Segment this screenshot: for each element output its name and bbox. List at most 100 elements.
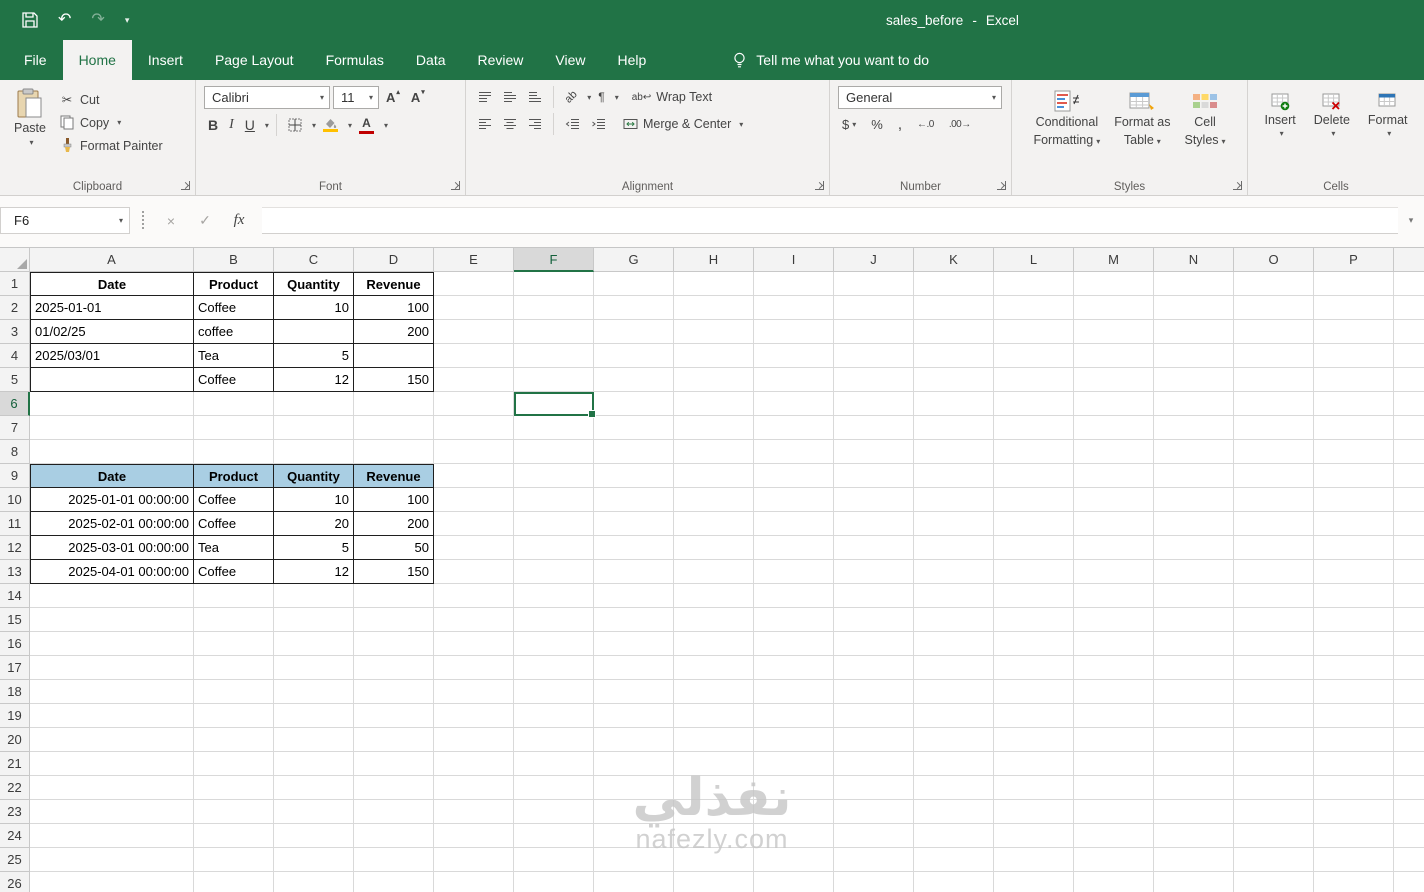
cell-P7[interactable] [1314,416,1394,440]
cell-P21[interactable] [1314,752,1394,776]
cell-E19[interactable] [434,704,514,728]
cell-H10[interactable] [674,488,754,512]
cell-P23[interactable] [1314,800,1394,824]
cell-F9[interactable] [514,464,594,488]
cell-K6[interactable] [914,392,994,416]
cell-I14[interactable] [754,584,834,608]
cell-F14[interactable] [514,584,594,608]
cell-D21[interactable] [354,752,434,776]
cell-I2[interactable] [754,296,834,320]
font-name-combo[interactable]: Calibri ▾ [204,86,330,109]
cell-K11[interactable] [914,512,994,536]
cell-H4[interactable] [674,344,754,368]
cell-K10[interactable] [914,488,994,512]
cell-N24[interactable] [1154,824,1234,848]
cell-L10[interactable] [994,488,1074,512]
cell-C5[interactable]: 12 [274,368,354,392]
cell-O10[interactable] [1234,488,1314,512]
cell-K20[interactable] [914,728,994,752]
cell-H17[interactable] [674,656,754,680]
cell-H26[interactable] [674,872,754,892]
cell-C9[interactable]: Quantity [274,464,354,488]
cell-N26[interactable] [1154,872,1234,892]
row-header-12[interactable]: 12 [0,536,30,560]
cell-F21[interactable] [514,752,594,776]
cell-J6[interactable] [834,392,914,416]
cell-D23[interactable] [354,800,434,824]
cell-B12[interactable]: Tea [194,536,274,560]
insert-function-icon[interactable]: fx [222,207,256,234]
cell-G2[interactable] [594,296,674,320]
format-as-table-button[interactable]: Format as Table ▾ [1107,84,1177,177]
copy-button[interactable]: Copy ▾ [56,113,166,132]
cell-overflow20[interactable] [1394,728,1424,752]
cell-D13[interactable]: 150 [354,560,434,584]
cell-E10[interactable] [434,488,514,512]
cell-B26[interactable] [194,872,274,892]
cell-F25[interactable] [514,848,594,872]
row-header-21[interactable]: 21 [0,752,30,776]
cell-E6[interactable] [434,392,514,416]
format-cells-dropdown-icon[interactable]: ▾ [1387,129,1391,138]
cell-overflow16[interactable] [1394,632,1424,656]
cell-N25[interactable] [1154,848,1234,872]
row-header-1[interactable]: 1 [0,272,30,296]
cell-K3[interactable] [914,320,994,344]
row-header-6[interactable]: 6 [0,392,30,416]
cell-M13[interactable] [1074,560,1154,584]
cell-M17[interactable] [1074,656,1154,680]
cell-D12[interactable]: 50 [354,536,434,560]
cell-G13[interactable] [594,560,674,584]
tab-insert[interactable]: Insert [132,40,199,80]
cell-F7[interactable] [514,416,594,440]
cell-overflow9[interactable] [1394,464,1424,488]
cell-B4[interactable]: Tea [194,344,274,368]
row-header-4[interactable]: 4 [0,344,30,368]
cell-N13[interactable] [1154,560,1234,584]
cell-J5[interactable] [834,368,914,392]
cell-H20[interactable] [674,728,754,752]
styles-dialog-launcher[interactable] [1233,181,1242,190]
cell-L22[interactable] [994,776,1074,800]
cell-M12[interactable] [1074,536,1154,560]
column-header-I[interactable]: I [754,248,834,272]
cell-B9[interactable]: Product [194,464,274,488]
cell-N2[interactable] [1154,296,1234,320]
cell-D1[interactable]: Revenue [354,272,434,296]
cell-M5[interactable] [1074,368,1154,392]
cell-N18[interactable] [1154,680,1234,704]
borders-dropdown-icon[interactable]: ▾ [312,121,316,130]
cell-P17[interactable] [1314,656,1394,680]
cell-I22[interactable] [754,776,834,800]
cell-I11[interactable] [754,512,834,536]
cell-B13[interactable]: Coffee [194,560,274,584]
cell-F6[interactable] [514,392,594,416]
cell-I23[interactable] [754,800,834,824]
cell-A26[interactable] [30,872,194,892]
cell-M24[interactable] [1074,824,1154,848]
cell-M3[interactable] [1074,320,1154,344]
cell-overflow11[interactable] [1394,512,1424,536]
cell-M21[interactable] [1074,752,1154,776]
cell-N5[interactable] [1154,368,1234,392]
cell-overflow25[interactable] [1394,848,1424,872]
cell-P3[interactable] [1314,320,1394,344]
cell-M11[interactable] [1074,512,1154,536]
cell-P22[interactable] [1314,776,1394,800]
cell-K15[interactable] [914,608,994,632]
cell-H7[interactable] [674,416,754,440]
orientation-button[interactable]: ab [561,88,581,105]
font-dialog-launcher[interactable] [451,181,460,190]
formula-bar-drag-handle[interactable] [142,211,144,229]
cell-H16[interactable] [674,632,754,656]
cell-M26[interactable] [1074,872,1154,892]
row-header-13[interactable]: 13 [0,560,30,584]
cell-A11[interactable]: 2025-02-01 00:00:00 [30,512,194,536]
cell-B3[interactable]: coffee [194,320,274,344]
tab-file[interactable]: File [8,40,63,80]
cell-G21[interactable] [594,752,674,776]
cell-L8[interactable] [994,440,1074,464]
cell-E9[interactable] [434,464,514,488]
select-all-corner[interactable] [0,248,30,272]
cell-K8[interactable] [914,440,994,464]
